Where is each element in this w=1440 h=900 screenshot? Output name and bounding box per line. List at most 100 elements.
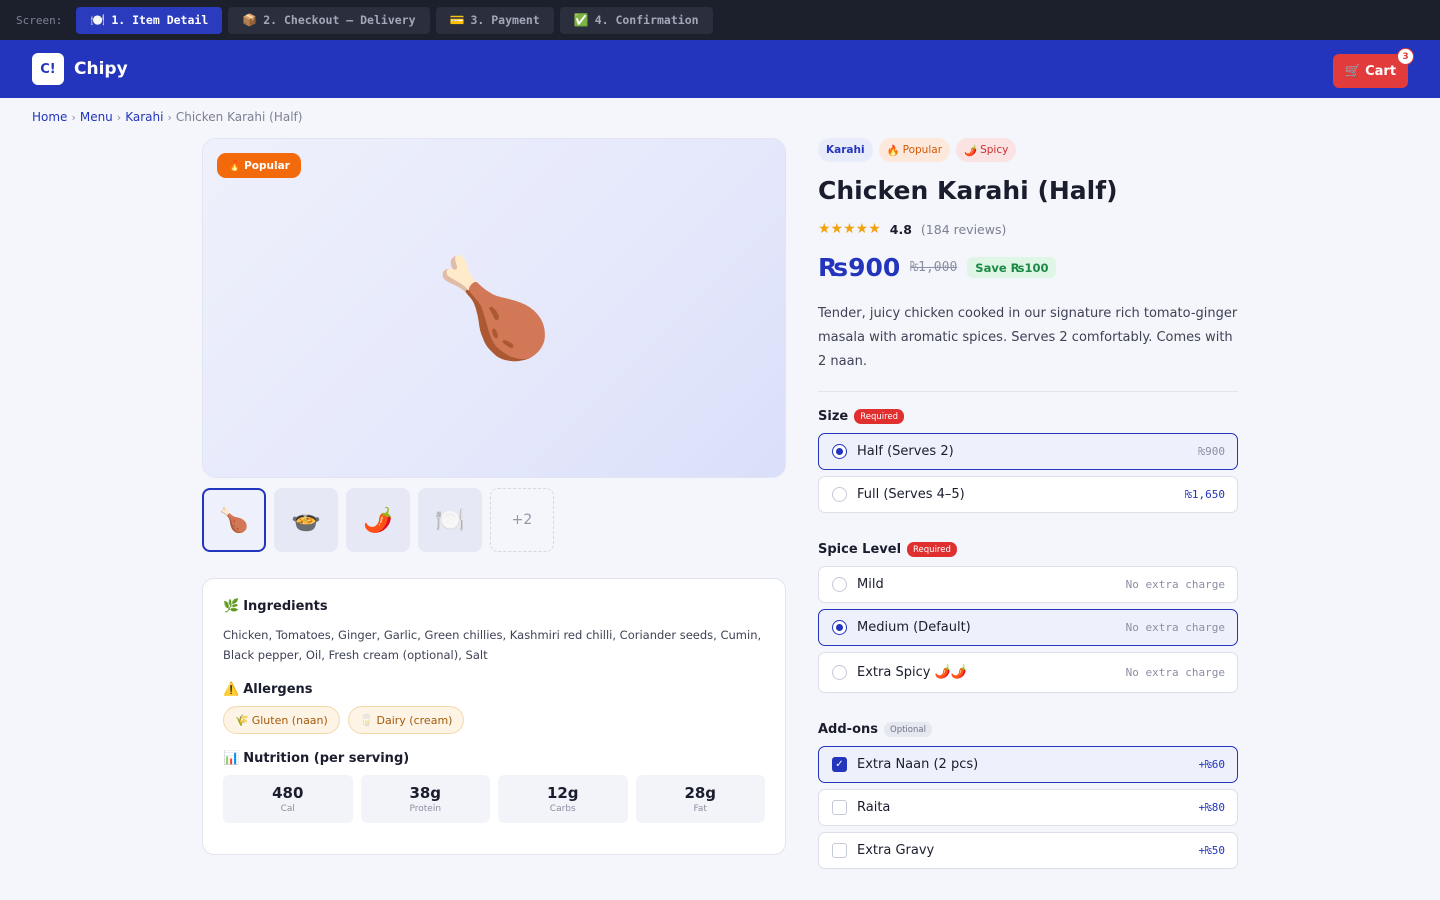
option-label: Mild [857,577,884,592]
allergen-label: Gluten (naan) [251,713,328,727]
option-price: ₨900 [1198,445,1226,458]
herb-icon: 🌿 [223,599,240,614]
breadcrumb-separator: › [167,110,172,124]
option-label: Full (Serves 4–5) [857,487,965,502]
plate-icon: 🍽️ [90,13,106,27]
addon-extra-gravy[interactable]: Extra Gravy +₨50 [818,832,1238,869]
cart-button[interactable]: 🛒 Cart 3 [1333,48,1414,88]
required-badge: Required [854,409,905,424]
check-mark-icon: ✅ [573,13,589,27]
product-description: Tender, juicy chicken cooked in our sign… [818,306,1238,369]
spice-level-title: Spice Level [818,542,902,557]
allergens-heading: ⚠️ Allergens [223,682,765,697]
thumbnail-plate-icon[interactable]: 🍽️ [418,488,482,552]
option-note: No extra charge [1125,666,1225,679]
product-info-card: 🌿 Ingredients Chicken, Tomatoes, Ginger,… [202,578,786,855]
size-option-half[interactable]: Half (Serves 2) ₨900 [818,433,1238,470]
screen-tab-checkout-delivery[interactable]: 📦 2. Checkout — Delivery [228,6,430,34]
nutrition-title: Nutrition (per serving) [243,751,410,766]
credit-card-icon: 💳 [449,13,465,27]
option-price: +₨50 [1198,844,1226,857]
checkbox[interactable] [832,800,847,815]
nutrition-grid: 480 Cal 38g Protein 12g Carbs 28g Fat [223,775,765,823]
product-details: Karahi 🔥 Popular 🌶️ Spicy Chicken Karahi… [818,138,1238,869]
allergens-title: Allergens [243,682,313,697]
original-price: ₨1,000 [910,260,958,275]
screen-tab-label: 4. Confirmation [594,13,699,27]
fire-icon: 🔥 [886,144,900,157]
nutrition-value: 480 [272,784,304,802]
product-image[interactable]: 🔥 Popular 🍗 [202,138,786,478]
logo-mark[interactable]: C! [32,53,64,85]
allergen-list: 🌾 Gluten (naan) 🥛 Dairy (cream) [223,706,765,734]
spice-option-mild[interactable]: Mild No extra charge [818,566,1238,603]
required-badge: Required [907,542,957,557]
addons-heading: Add-ons Optional [818,722,1238,737]
nutrition-protein: 38g Protein [360,775,490,823]
spice-option-extra-spicy[interactable]: Extra Spicy 🌶️🌶️ No extra charge [818,652,1238,693]
breadcrumb-karahi[interactable]: Karahi [125,110,163,124]
size-heading: Size Required [818,409,1238,424]
brand-name[interactable]: Chipy [74,59,128,79]
nutrition-unit: Cal [280,804,295,814]
reviews-link[interactable]: (184 reviews) [921,222,1006,237]
option-label: Extra Spicy 🌶️🌶️ [857,665,967,680]
checkbox[interactable] [832,843,847,858]
tag-label: Popular [902,144,943,156]
radio-button[interactable] [832,577,847,592]
option-price: +₨80 [1198,801,1226,814]
tag-label: Spicy [980,144,1009,156]
nutrition-heading: 📊 Nutrition (per serving) [223,751,765,766]
nutrition-fat: 28g Fat [635,775,765,823]
breadcrumb-menu[interactable]: Menu [80,110,113,124]
option-label: Extra Naan (2 pcs) [857,757,979,772]
breadcrumb-current: Chicken Karahi (Half) [175,110,303,124]
option-note: No extra charge [1125,578,1225,591]
screen-tab-payment[interactable]: 💳 3. Payment [435,6,554,34]
addon-raita[interactable]: Raita +₨80 [818,789,1238,826]
screen-label: Screen: [16,13,63,27]
thumbnail-stew-pot-icon[interactable]: 🍲 [274,488,338,552]
breadcrumb: Home › Menu › Karahi › Chicken Karahi (H… [32,110,302,124]
wheat-icon: 🌾 [235,713,249,727]
breadcrumb-home[interactable]: Home [32,110,67,124]
tag-category[interactable]: Karahi [818,138,873,162]
thumbnail-chili-pepper-icon[interactable]: 🌶️ [346,488,410,552]
breadcrumb-separator: › [71,110,76,124]
ingredients-title: Ingredients [243,599,328,614]
radio-button[interactable] [832,487,847,502]
nutrition-unit: Protein [409,804,442,814]
radio-button[interactable] [832,665,847,680]
star-rating-icon: ★★★★★ [818,221,881,237]
tag-spicy: 🌶️ Spicy [956,138,1017,162]
product-title: Chicken Karahi (Half) [818,176,1118,205]
allergen-label: Dairy (cream) [376,713,453,727]
rating-value: 4.8 [889,221,912,237]
thumbnail-chicken-leg-icon[interactable]: 🍗 [202,488,266,552]
checkbox-checked[interactable]: ✓ [832,757,847,772]
popular-badge: 🔥 Popular [217,153,301,178]
addons-title: Add-ons [818,722,878,737]
cart-icon: 🛒 [1344,63,1362,79]
screen-tab-label: 2. Checkout — Delivery [263,13,416,27]
breadcrumb-separator: › [116,110,122,124]
nutrition-unit: Fat [693,804,707,814]
screen-tab-item-detail[interactable]: 🍽️ 1. Item Detail [76,6,223,34]
screen-tab-confirmation[interactable]: ✅ 4. Confirmation [559,6,713,34]
option-label: Half (Serves 2) [857,444,954,459]
addons-group: Add-ons Optional ✓ Extra Naan (2 pcs) +₨… [818,722,1238,869]
thumbnail-strip: 🍗 🍲 🌶️ 🍽️ +2 [202,488,554,552]
addon-extra-naan[interactable]: ✓ Extra Naan (2 pcs) +₨60 [818,746,1238,783]
spice-option-medium[interactable]: Medium (Default) No extra charge [818,609,1238,646]
radio-button[interactable] [832,444,847,459]
size-title: Size [818,409,849,424]
app-header: C! Chipy 🛒 Cart 3 [0,40,1440,98]
more-thumbnails-button[interactable]: +2 [490,488,554,552]
allergen-chip: 🌾 Gluten (naan) [223,706,340,734]
size-group: Size Required Half (Serves 2) ₨900 Full … [818,409,1238,513]
size-option-full[interactable]: Full (Serves 4–5) ₨1,650 [818,476,1238,513]
screen-tab-label: 3. Payment [470,13,540,27]
nutrition-carbs: 12g Carbs [498,775,628,823]
milk-icon: 🥛 [359,713,374,727]
radio-button[interactable] [832,620,847,635]
